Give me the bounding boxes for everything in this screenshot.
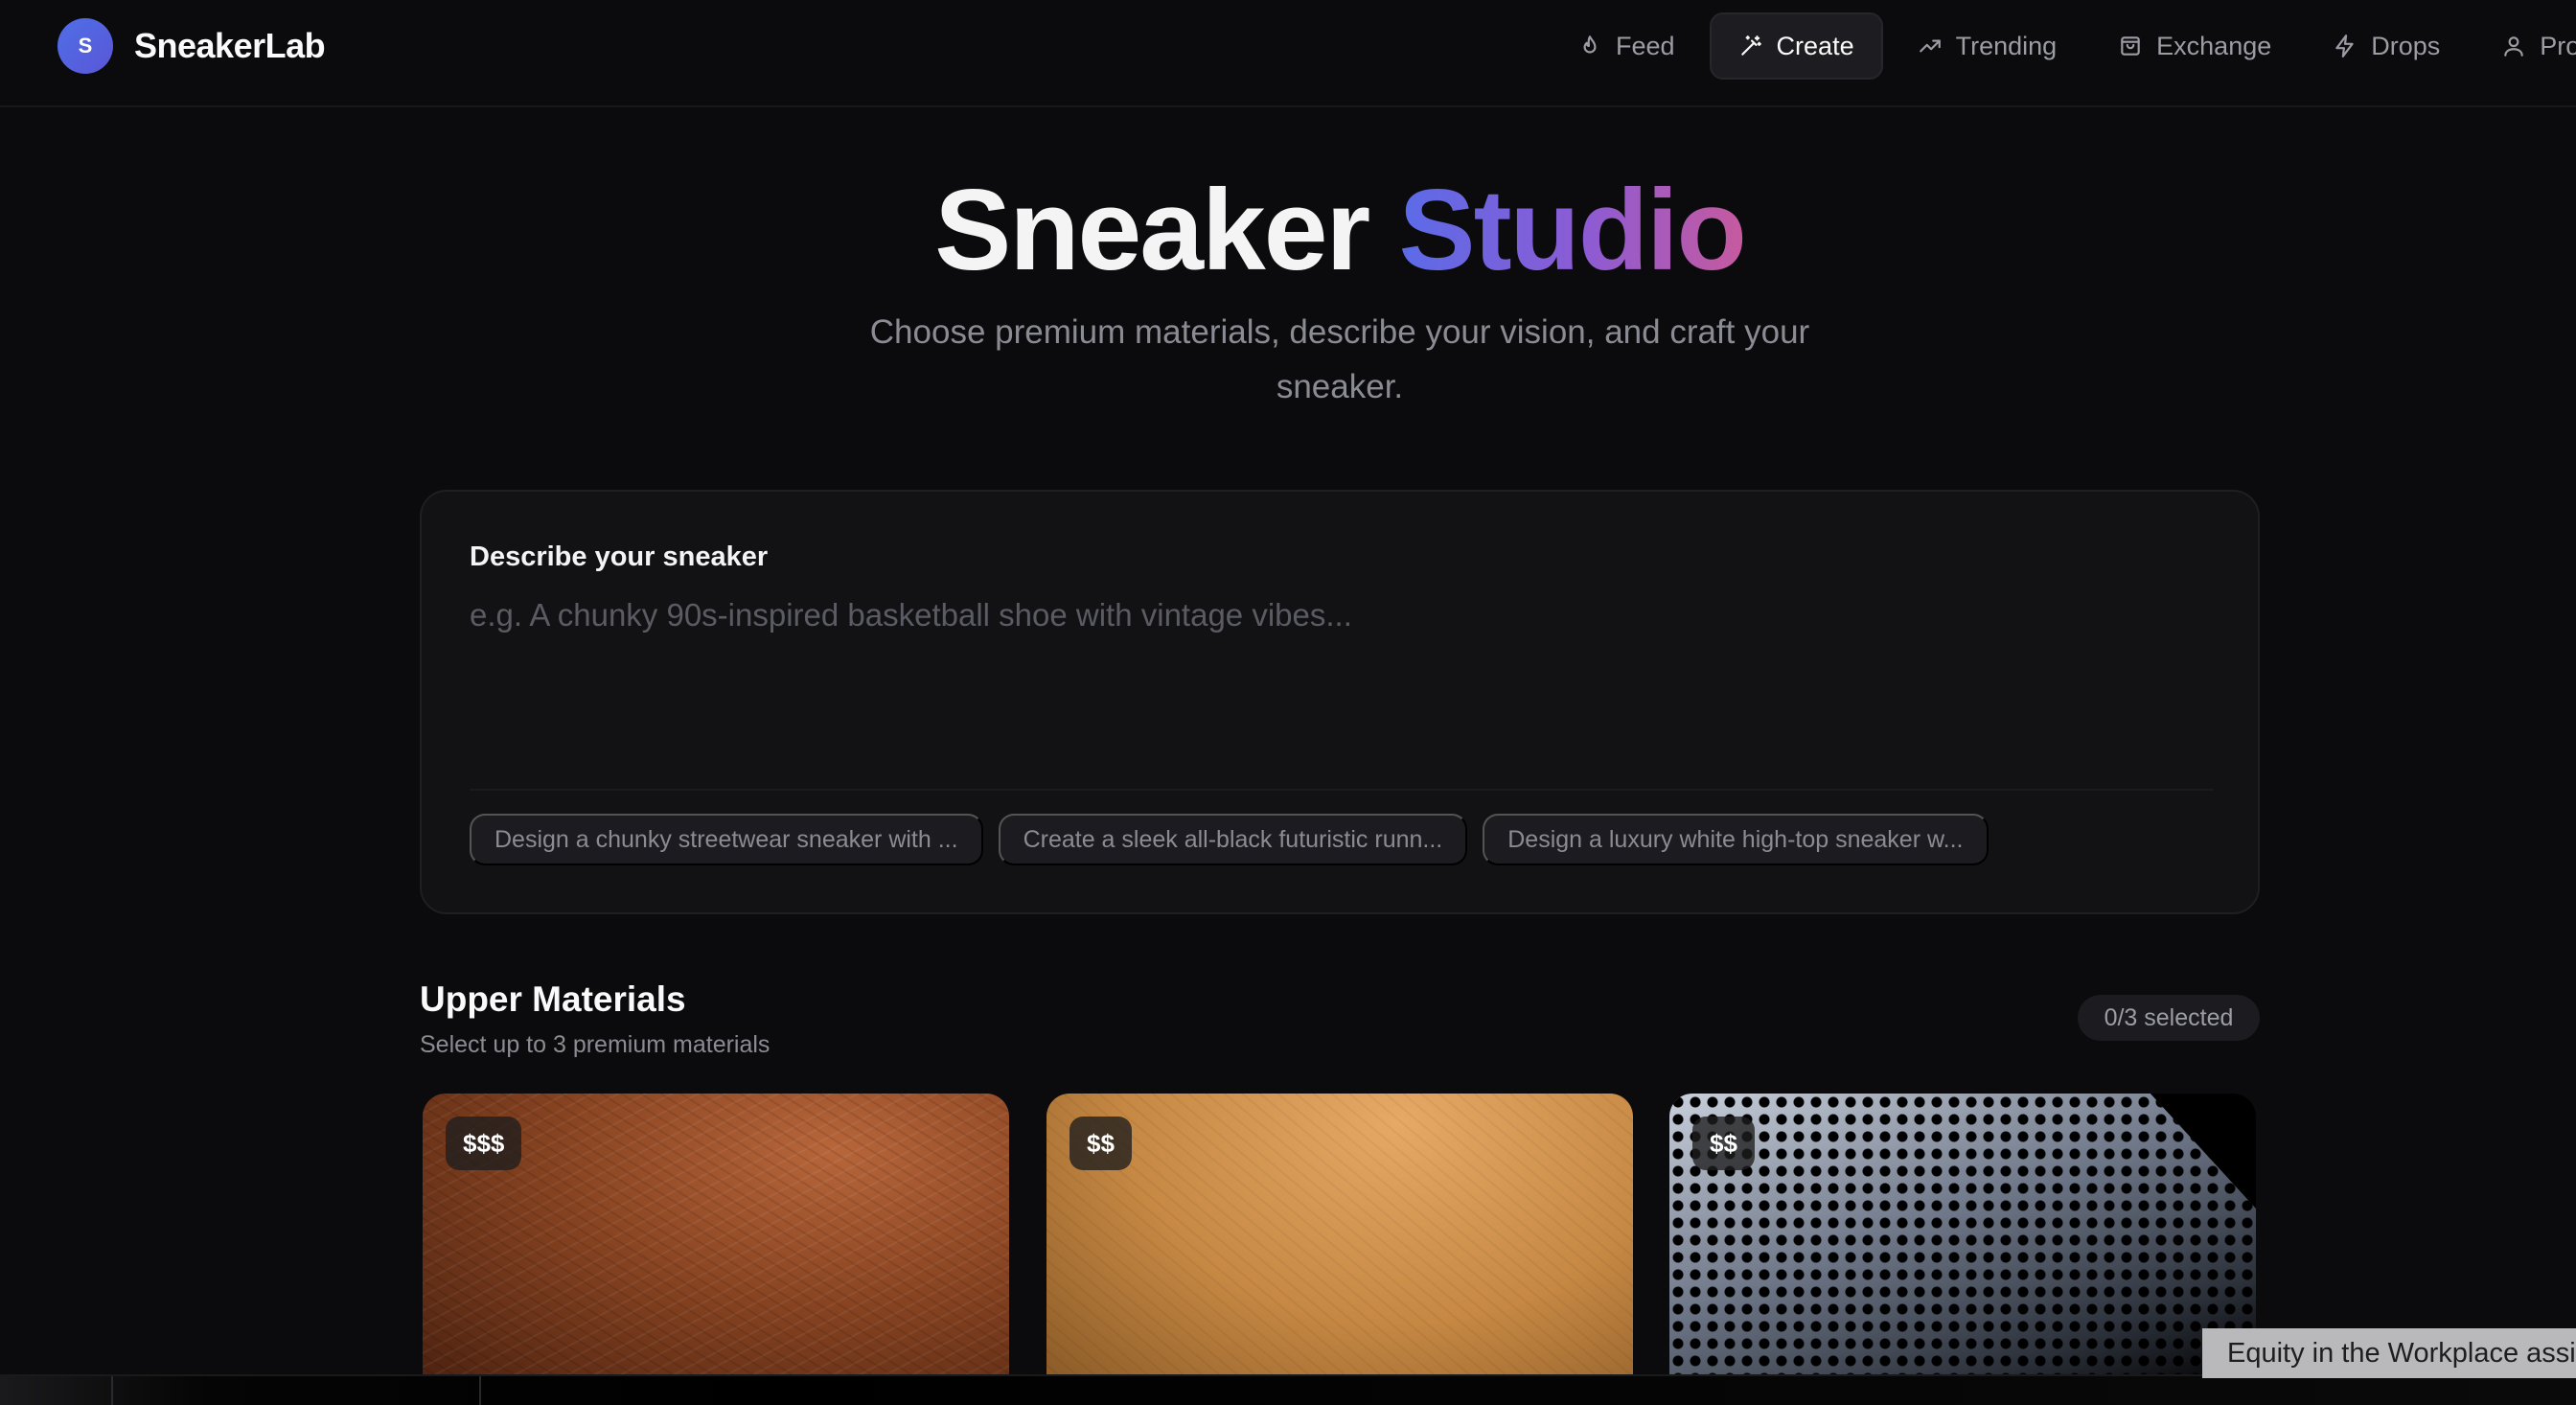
describe-label: Describe your sneaker	[470, 541, 769, 572]
materials-subtitle: Select up to 3 premium materials	[420, 1031, 770, 1058]
page-title: Sneaker Studio	[0, 163, 2576, 297]
nav-item-drops[interactable]: Drops	[2306, 12, 2467, 80]
lightning-icon	[2335, 35, 2354, 58]
suggestion-chips: Design a chunky streetwear sneaker with …	[470, 814, 2004, 865]
suggestion-chip[interactable]: Design a chunky streetwear sneaker with …	[470, 814, 983, 865]
magic-wand-icon	[1740, 35, 1761, 56]
suggestion-chip[interactable]: Design a luxury white high-top sneaker w…	[1483, 814, 1989, 865]
materials-title: Upper Materials	[420, 979, 686, 1019]
brand-name: SneakerLab	[134, 26, 326, 65]
describe-input[interactable]	[470, 597, 2214, 741]
nav-label: Profile	[2540, 31, 2576, 60]
nav-item-feed[interactable]: Feed	[1551, 12, 1702, 80]
top-navbar: S SneakerLab Feed Create Trending Exchan…	[0, 0, 2576, 107]
title-main: Sneaker	[934, 166, 1370, 294]
nav-label: Drops	[2371, 31, 2441, 60]
price-tag: $$	[1692, 1117, 1755, 1170]
title-accent: Studio	[1398, 166, 1747, 294]
material-card-leather[interactable]: $$$	[423, 1094, 1009, 1381]
price-tag: $$	[1070, 1117, 1132, 1170]
toast-notification[interactable]: Equity in the Workplace assi	[2202, 1328, 2576, 1378]
nav-item-exchange[interactable]: Exchange	[2091, 12, 2298, 80]
app-page: S SneakerLab Feed Create Trending Exchan…	[0, 0, 2576, 1405]
describe-divider	[470, 789, 2214, 791]
nav-item-create[interactable]: Create	[1709, 12, 1883, 80]
material-card-suede[interactable]: $$	[1046, 1094, 1633, 1381]
price-tag: $$$	[446, 1117, 522, 1170]
describe-card: Describe your sneaker Design a chunky st…	[420, 490, 2260, 914]
nav-label: Create	[1776, 31, 1854, 60]
nav-label: Feed	[1616, 31, 1675, 60]
user-icon	[2504, 36, 2524, 57]
nav-label: Trending	[1955, 31, 2058, 60]
selected-count-badge: 0/3 selected	[2078, 995, 2260, 1041]
nav-item-profile[interactable]: Profile	[2474, 12, 2576, 80]
bottom-strip	[0, 1374, 2576, 1405]
brand-logo[interactable]: S SneakerLab	[58, 18, 326, 74]
shopping-bag-icon	[2121, 36, 2140, 56]
mesh-texture	[1669, 1094, 2256, 1381]
nav-item-trending[interactable]: Trending	[1891, 12, 2084, 80]
nav-links: Feed Create Trending Exchange Drops Prof…	[1551, 12, 2576, 80]
strip-divider	[479, 1376, 481, 1405]
trending-up-icon	[1919, 39, 1941, 53]
flame-icon	[1583, 35, 1597, 54]
strip-divider	[111, 1376, 113, 1405]
material-card-mesh[interactable]: $$	[1669, 1094, 2256, 1381]
brand-avatar: S	[58, 18, 113, 74]
nav-label: Exchange	[2156, 31, 2272, 60]
suggestion-chip[interactable]: Create a sleek all-black futuristic runn…	[998, 814, 1468, 865]
page-subtitle: Choose premium materials, describe your …	[869, 313, 1810, 405]
